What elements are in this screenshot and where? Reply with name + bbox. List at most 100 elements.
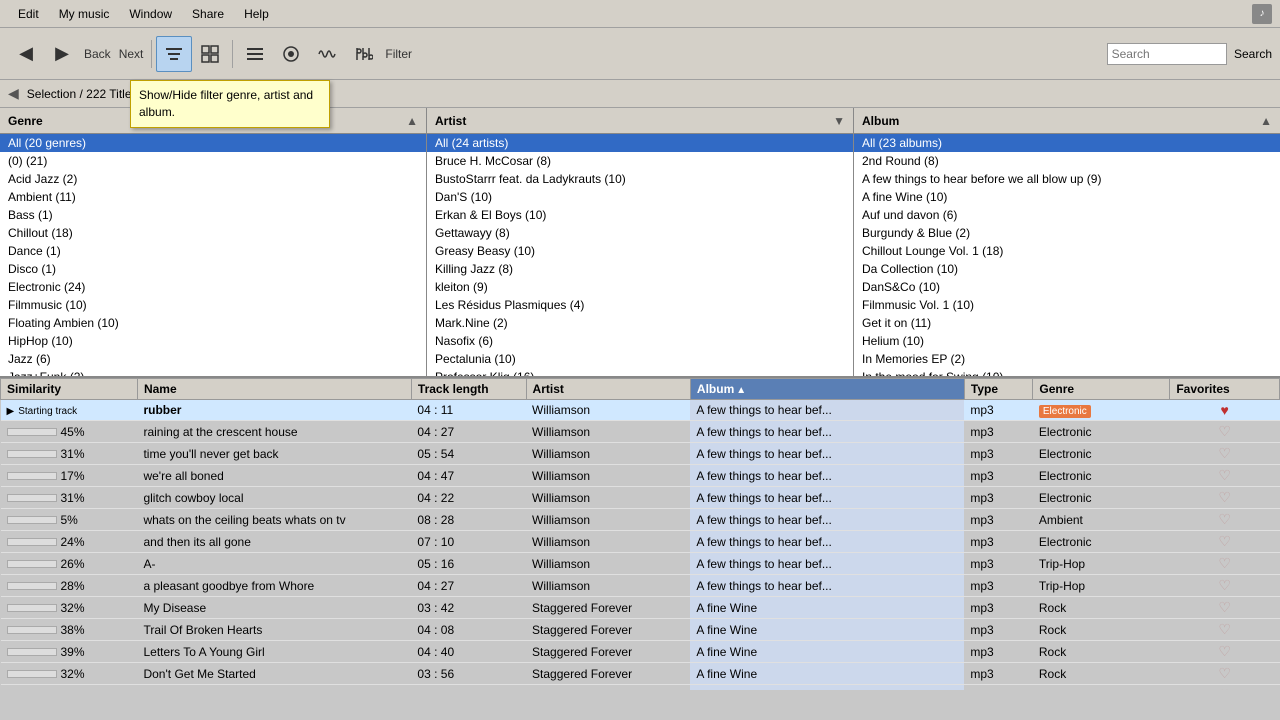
genre-list-item[interactable]: Disco (1) [0, 260, 426, 278]
artist-list-item[interactable]: Pectalunia (10) [427, 350, 853, 368]
artist-list-item[interactable]: Gettawayy (8) [427, 224, 853, 242]
cell-favorites[interactable]: ♡ [1170, 641, 1280, 663]
table-row[interactable]: 37%When The Rain's All Gone04 : 15Stagge… [1, 685, 1280, 691]
search-input[interactable] [1107, 43, 1227, 65]
cell-favorites[interactable]: ♡ [1170, 597, 1280, 619]
col-header-similarity[interactable]: Similarity [1, 379, 138, 400]
artist-list-item[interactable]: Erkan & El Boys (10) [427, 206, 853, 224]
artist-list-item[interactable]: kleiton (9) [427, 278, 853, 296]
col-header-favorites[interactable]: Favorites [1170, 379, 1280, 400]
genre-list-item[interactable]: (0) (21) [0, 152, 426, 170]
cell-favorites[interactable]: ♥ [1170, 400, 1280, 421]
artist-list-item[interactable]: Killing Jazz (8) [427, 260, 853, 278]
col-header-genre[interactable]: Genre [1033, 379, 1170, 400]
cell-favorites[interactable]: ♡ [1170, 421, 1280, 443]
album-list-item[interactable]: 2nd Round (8) [854, 152, 1280, 170]
col-header-track-length[interactable]: Track length [411, 379, 526, 400]
menu-edit[interactable]: Edit [8, 3, 49, 25]
table-row[interactable]: 45%raining at the crescent house04 : 27W… [1, 421, 1280, 443]
filter-button[interactable] [156, 36, 192, 72]
album-list-item[interactable]: All (23 albums) [854, 134, 1280, 152]
genre-list[interactable]: All (20 genres)(0) (21)Acid Jazz (2)Ambi… [0, 134, 426, 376]
back-button[interactable]: ◀ [8, 36, 44, 72]
album-list-item[interactable]: A fine Wine (10) [854, 188, 1280, 206]
album-list-item[interactable]: Auf und davon (6) [854, 206, 1280, 224]
filter-panel-button[interactable] [192, 36, 228, 72]
album-list-item[interactable]: In Memories EP (2) [854, 350, 1280, 368]
cell-favorites[interactable]: ♡ [1170, 685, 1280, 691]
genre-list-item[interactable]: Electronic (24) [0, 278, 426, 296]
menu-help[interactable]: Help [234, 3, 279, 25]
col-header-name[interactable]: Name [137, 379, 411, 400]
cell-favorites[interactable]: ♡ [1170, 663, 1280, 685]
cell-favorites[interactable]: ♡ [1170, 487, 1280, 509]
table-row[interactable]: 38%Trail Of Broken Hearts04 : 08Staggere… [1, 619, 1280, 641]
album-list-item[interactable]: Burgundy & Blue (2) [854, 224, 1280, 242]
table-row[interactable]: 39%Letters To A Young Girl04 : 40Stagger… [1, 641, 1280, 663]
album-list-item[interactable]: Helium (10) [854, 332, 1280, 350]
genre-list-item[interactable]: Jazz (6) [0, 350, 426, 368]
next-button[interactable]: ▶ [44, 36, 80, 72]
genre-collapse-arrow[interactable]: ▲ [406, 114, 418, 128]
artist-list-item[interactable]: Nasofix (6) [427, 332, 853, 350]
menu-share[interactable]: Share [182, 3, 234, 25]
table-row[interactable]: 31%time you'll never get back05 : 54Will… [1, 443, 1280, 465]
table-row[interactable]: 28%a pleasant goodbye from Whore04 : 27W… [1, 575, 1280, 597]
table-row[interactable]: 31%glitch cowboy local04 : 22WilliamsonA… [1, 487, 1280, 509]
cell-favorites[interactable]: ♡ [1170, 553, 1280, 575]
genre-list-item[interactable]: Chillout (18) [0, 224, 426, 242]
album-list-item[interactable]: Da Collection (10) [854, 260, 1280, 278]
artist-list-item[interactable]: Professor Kliq (16) [427, 368, 853, 376]
genre-list-item[interactable]: Bass (1) [0, 206, 426, 224]
genre-list-item[interactable]: Acid Jazz (2) [0, 170, 426, 188]
table-row[interactable]: 17%we're all boned04 : 47WilliamsonA few… [1, 465, 1280, 487]
artist-list-item[interactable]: BustoStarrr feat. da Ladykrauts (10) [427, 170, 853, 188]
table-row[interactable]: 5%whats on the ceiling beats whats on tv… [1, 509, 1280, 531]
artist-collapse-arrow[interactable]: ▼ [833, 114, 845, 128]
menu-window[interactable]: Window [119, 3, 182, 25]
equalizer-button[interactable] [345, 36, 381, 72]
album-list-item[interactable]: A few things to hear before we all blow … [854, 170, 1280, 188]
genre-list-item[interactable]: Ambient (11) [0, 188, 426, 206]
view-list-button[interactable] [237, 36, 273, 72]
table-row[interactable]: 32%My Disease03 : 42Staggered ForeverA f… [1, 597, 1280, 619]
col-header-artist[interactable]: Artist [526, 379, 690, 400]
artist-list-item[interactable]: Bruce H. McCosar (8) [427, 152, 853, 170]
genre-list-item[interactable]: Filmmusic (10) [0, 296, 426, 314]
cell-favorites[interactable]: ♡ [1170, 531, 1280, 553]
album-list-item[interactable]: Chillout Lounge Vol. 1 (18) [854, 242, 1280, 260]
artist-list[interactable]: All (24 artists)Bruce H. McCosar (8)Bust… [427, 134, 853, 376]
col-header-type[interactable]: Type [964, 379, 1032, 400]
album-list-item[interactable]: Filmmusic Vol. 1 (10) [854, 296, 1280, 314]
genre-list-item[interactable]: All (20 genres) [0, 134, 426, 152]
album-list[interactable]: All (23 albums)2nd Round (8)A few things… [854, 134, 1280, 376]
track-list-scroll[interactable]: Similarity Name Track length Artist Albu… [0, 378, 1280, 690]
menu-my-music[interactable]: My music [49, 3, 120, 25]
table-row[interactable]: 26%A-05 : 16WilliamsonA few things to he… [1, 553, 1280, 575]
genre-list-item[interactable]: Dance (1) [0, 242, 426, 260]
album-list-item[interactable]: Get it on (11) [854, 314, 1280, 332]
cell-favorites[interactable]: ♡ [1170, 465, 1280, 487]
artist-list-item[interactable]: All (24 artists) [427, 134, 853, 152]
view-cover-button[interactable] [273, 36, 309, 72]
view-wave-button[interactable] [309, 36, 345, 72]
genre-list-item[interactable]: Jazz+Funk (2) [0, 368, 426, 376]
artist-list-item[interactable]: Les Résidus Plasmiques (4) [427, 296, 853, 314]
table-row[interactable]: 32%Don't Get Me Started03 : 56Staggered … [1, 663, 1280, 685]
cell-favorites[interactable]: ♡ [1170, 619, 1280, 641]
album-collapse-arrow[interactable]: ▲ [1260, 114, 1272, 128]
cell-favorites[interactable]: ♡ [1170, 509, 1280, 531]
col-header-album[interactable]: Album▲ [690, 379, 964, 400]
artist-list-item[interactable]: Greasy Beasy (10) [427, 242, 853, 260]
album-list-item[interactable]: DanS&Co (10) [854, 278, 1280, 296]
album-list-item[interactable]: In the mood for Swing (10) [854, 368, 1280, 376]
table-row[interactable]: ▶Starting trackrubber04 : 11WilliamsonA … [1, 400, 1280, 421]
cell-favorites[interactable]: ♡ [1170, 575, 1280, 597]
table-row[interactable]: 24%and then its all gone07 : 10Williamso… [1, 531, 1280, 553]
genre-list-item[interactable]: Floating Ambien (10) [0, 314, 426, 332]
cell-favorites[interactable]: ♡ [1170, 443, 1280, 465]
artist-list-item[interactable]: Dan'S (10) [427, 188, 853, 206]
breadcrumb-back-arrow[interactable]: ◀ [8, 85, 19, 102]
genre-list-item[interactable]: HipHop (10) [0, 332, 426, 350]
artist-list-item[interactable]: Mark.Nine (2) [427, 314, 853, 332]
